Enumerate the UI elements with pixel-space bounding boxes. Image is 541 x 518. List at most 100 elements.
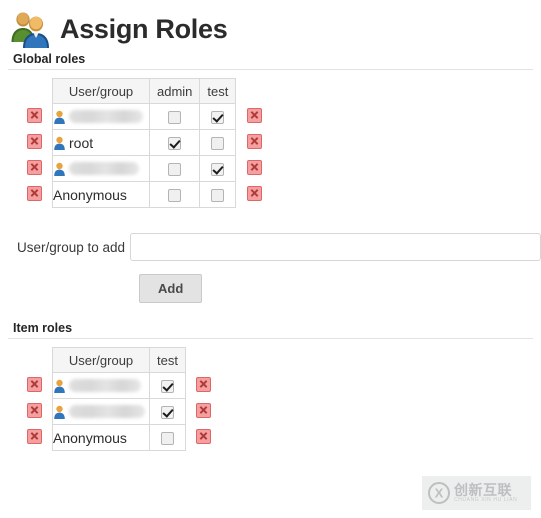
row-delete-left-cell <box>16 182 53 208</box>
table-row <box>16 398 222 425</box>
delete-icon[interactable] <box>26 107 42 123</box>
header-delete-right-spacer <box>236 79 273 104</box>
header-admin: admin <box>148 78 201 104</box>
item-roles-tbody: Anonymous <box>16 372 222 451</box>
admin-checkbox[interactable] <box>168 163 182 177</box>
row-test-cell <box>149 372 186 399</box>
delete-icon[interactable] <box>246 159 262 175</box>
global-roles-divider <box>8 69 533 70</box>
person-icon <box>53 110 66 124</box>
test-checkbox[interactable] <box>211 189 225 203</box>
username-text: root <box>69 134 94 151</box>
delete-icon[interactable] <box>26 402 42 418</box>
global-roles-heading: Global roles <box>13 52 86 66</box>
table-header-row: User/group admin test <box>16 78 273 104</box>
row-delete-right-cell <box>185 399 222 425</box>
person-icon <box>53 405 66 419</box>
admin-checkbox[interactable] <box>168 137 182 151</box>
item-roles-divider <box>8 338 533 339</box>
header-delete-left-spacer <box>16 79 53 104</box>
table-row: Anonymous <box>16 181 273 208</box>
person-icon <box>53 136 66 150</box>
row-usergroup-cell <box>52 372 150 399</box>
item-roles-thead: User/group test <box>16 347 222 373</box>
test-checkbox[interactable] <box>160 380 174 394</box>
admin-checkbox[interactable] <box>168 189 182 203</box>
row-delete-left-cell <box>16 156 53 182</box>
row-admin-cell <box>148 155 201 182</box>
delete-icon[interactable] <box>26 133 42 149</box>
row-usergroup-cell <box>52 103 150 130</box>
add-button[interactable]: Add <box>139 274 203 303</box>
row-usergroup-cell: root <box>52 129 150 156</box>
delete-icon[interactable] <box>26 376 42 392</box>
item-roles-heading: Item roles <box>13 321 73 335</box>
row-admin-cell <box>148 103 201 130</box>
delete-icon[interactable] <box>196 376 212 392</box>
delete-icon[interactable] <box>246 133 262 149</box>
delete-icon[interactable] <box>246 107 262 123</box>
row-delete-right-cell <box>185 425 222 451</box>
row-usergroup-cell <box>52 398 150 425</box>
row-delete-left-cell <box>16 399 53 425</box>
row-delete-left-cell <box>16 130 53 156</box>
table-header-row: User/group test <box>16 347 222 373</box>
table-row: root <box>16 129 272 156</box>
redacted-username <box>69 162 139 175</box>
test-checkbox[interactable] <box>160 406 174 420</box>
watermark-pinyin-text: CHUANG XIN HU LIAN <box>454 496 518 503</box>
add-button-row: Add <box>8 274 541 303</box>
item-roles-section: Item roles User/group test Anonymous <box>0 321 541 456</box>
usergroup-to-add-label: User/group to add <box>17 239 126 255</box>
delete-icon[interactable] <box>26 428 42 444</box>
row-delete-left-cell <box>16 373 53 399</box>
delete-icon[interactable] <box>196 428 212 444</box>
test-checkbox[interactable] <box>211 163 225 177</box>
item-roles-table: User/group test Anonymous <box>16 347 222 451</box>
watermark: 创新互联 CHUANG XIN HU LIAN <box>422 476 531 510</box>
row-test-cell <box>199 103 237 130</box>
row-usergroup-cell: Anonymous <box>52 424 150 451</box>
row-test-cell <box>149 398 186 425</box>
redacted-username <box>69 110 143 123</box>
row-delete-right-cell <box>236 182 273 208</box>
row-test-cell <box>149 424 186 451</box>
redacted-username <box>69 405 145 418</box>
row-admin-cell <box>148 181 201 208</box>
test-checkbox[interactable] <box>211 111 225 125</box>
global-roles-thead: User/group admin test <box>16 78 273 104</box>
person-icon <box>53 162 66 176</box>
page-header: Assign Roles <box>0 0 541 52</box>
test-checkbox[interactable] <box>160 432 174 446</box>
global-roles-table-wrap: User/group admin test root Anonymous <box>16 78 272 208</box>
row-test-cell <box>199 155 237 182</box>
row-usergroup-cell <box>52 155 150 182</box>
delete-icon[interactable] <box>196 402 212 418</box>
item-roles-table-wrap: User/group test Anonymous <box>16 347 222 451</box>
test-checkbox[interactable] <box>211 137 225 151</box>
row-delete-right-cell <box>236 104 273 130</box>
row-test-cell <box>199 181 237 208</box>
global-roles-section: Global roles User/group admin test root … <box>0 52 541 213</box>
delete-icon[interactable] <box>26 185 42 201</box>
table-row <box>16 372 222 399</box>
row-delete-right-cell <box>236 156 273 182</box>
delete-icon[interactable] <box>246 185 262 201</box>
header-delete-right-spacer <box>185 348 222 373</box>
admin-checkbox[interactable] <box>168 111 182 125</box>
header-usergroup: User/group <box>52 347 150 373</box>
row-delete-left-cell <box>16 104 53 130</box>
row-test-cell <box>199 129 237 156</box>
redacted-username <box>69 379 141 392</box>
global-roles-table: User/group admin test root Anonymous <box>16 78 272 208</box>
username-text: Anonymous <box>53 186 127 203</box>
table-row <box>16 155 273 182</box>
table-row: Anonymous <box>16 424 222 451</box>
person-icon <box>53 379 66 393</box>
delete-icon[interactable] <box>26 159 42 175</box>
usergroup-to-add-input[interactable] <box>130 233 541 261</box>
watermark-cn-text: 创新互联 <box>454 482 512 499</box>
row-delete-right-cell <box>185 373 222 399</box>
add-usergroup-form: User/group to add Add <box>0 233 541 303</box>
header-test: test <box>199 78 237 104</box>
